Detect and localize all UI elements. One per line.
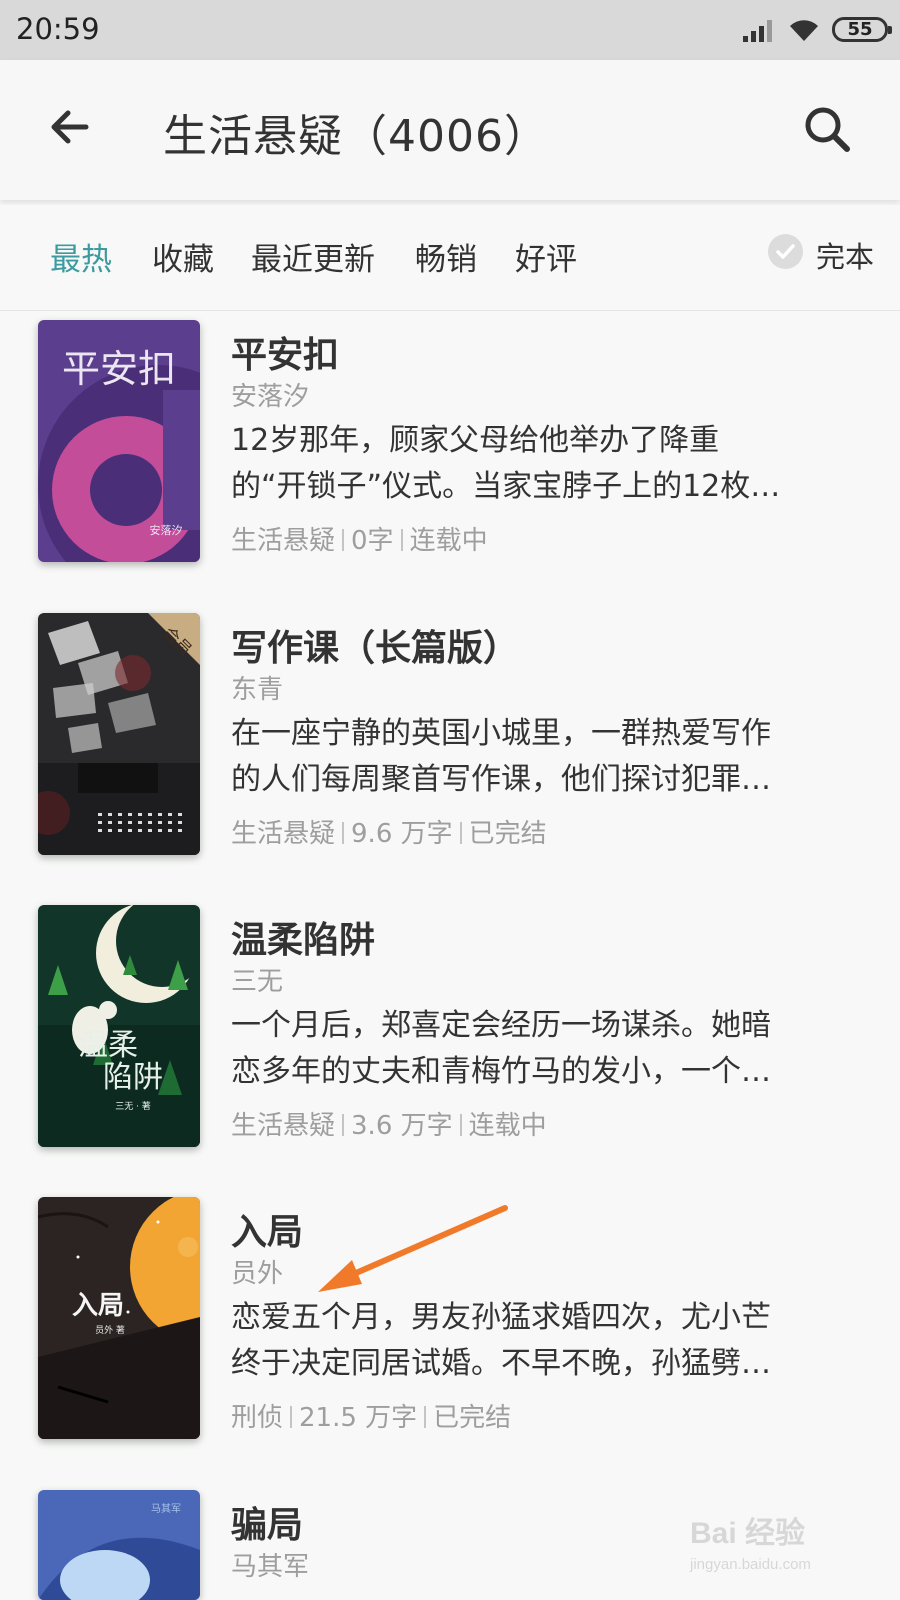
page-title: 生活悬疑（4006） <box>163 111 549 162</box>
meta-divider <box>424 1406 427 1428</box>
meta-divider <box>290 1406 293 1428</box>
book-author: 员外 <box>231 1259 284 1289</box>
cover-author: 安落汐 <box>150 523 183 537</box>
filter-tab-top-rated[interactable]: 好评 <box>515 234 577 279</box>
book-category: 生活悬疑 <box>231 526 336 556</box>
description-line: 在一座宁静的英国小城里，一群热爱写作 <box>231 716 771 751</box>
book-title: 写作课（长篇版） <box>231 628 520 669</box>
baidu-watermark: Bai 经验 jingyan.baidu.com <box>690 1508 860 1588</box>
cover-author: 马其军 <box>151 1503 181 1515</box>
book-list-item[interactable]: 温柔 陷阱 三无 · 著 温柔陷阱 三无 一个月后，郑喜定会经历一场谋杀。她暗 … <box>0 905 900 1195</box>
book-description: 一个月后，郑喜定会经历一场谋杀。她暗 恋多年的丈夫和青梅竹马的发小，一个… <box>231 1003 851 1095</box>
book-list-item[interactable]: 会员 写作课（长篇版） 东青 在一座宁静的英国小城里，一群热爱写作 的人们每周聚… <box>0 613 900 903</box>
meta-divider <box>400 529 403 551</box>
book-author: 马其军 <box>231 1552 310 1582</box>
book-description: 在一座宁静的英国小城里，一群热爱写作 的人们每周聚首写作课，他们探讨犯罪… <box>231 711 851 803</box>
book-author: 三无 <box>231 967 284 997</box>
filter-tab-recent-update[interactable]: 最近更新 <box>251 234 375 279</box>
book-word-count: 21.5 万字 <box>299 1403 418 1433</box>
completed-filter-label: 完本 <box>816 240 875 274</box>
check-circle-icon[interactable] <box>768 234 803 269</box>
book-description: 恋爱五个月，男友孙猛求婚四次，尤小芒 终于决定同居试婚。不早不晚，孙猛劈… <box>231 1295 851 1387</box>
signal-icon <box>743 20 772 42</box>
app-header: 生活悬疑（4006） <box>0 60 900 200</box>
book-list-item[interactable]: 平安扣 安落汐 平安扣 安落汐 12岁那年，顾家父母给他举办了降重 的“开锁子”… <box>0 320 900 610</box>
book-status: 已完结 <box>468 819 547 849</box>
watermark-url: jingyan.baidu.com <box>690 1556 811 1573</box>
book-status: 已完结 <box>433 1403 512 1433</box>
book-author: 安落汐 <box>231 382 310 412</box>
book-cover[interactable]: 温柔 陷阱 三无 · 著 <box>38 905 200 1147</box>
filter-bar: 最热 收藏 最近更新 畅销 好评 完本 <box>0 205 900 311</box>
book-status: 连载中 <box>409 526 488 556</box>
description-line: 12岁那年，顾家父母给他举办了降重 <box>231 423 720 458</box>
status-time: 20:59 <box>16 12 100 46</box>
wifi-icon <box>790 20 818 41</box>
book-meta: 刑侦 21.5 万字 已完结 <box>231 1397 511 1434</box>
book-meta: 生活悬疑 3.6 万字 连载中 <box>231 1105 547 1142</box>
book-cover[interactable]: 平安扣 安落汐 <box>38 320 200 562</box>
meta-divider <box>342 1114 345 1136</box>
book-category: 生活悬疑 <box>231 1111 336 1141</box>
cover-title: 入局 <box>72 1291 124 1321</box>
book-category: 刑侦 <box>231 1403 284 1433</box>
description-line: 恋爱五个月，男友孙猛求婚四次，尤小芒 <box>231 1300 771 1335</box>
book-word-count: 0字 <box>351 526 394 556</box>
filter-tab-hot[interactable]: 最热 <box>50 234 112 279</box>
book-category: 生活悬疑 <box>231 819 336 849</box>
watermark-brand: Bai 经验 <box>690 1517 806 1550</box>
description-line: 恋多年的丈夫和青梅竹马的发小，一个… <box>231 1054 771 1089</box>
book-status: 连载中 <box>468 1111 547 1141</box>
description-line: 一个月后，郑喜定会经历一场谋杀。她暗 <box>231 1008 771 1043</box>
cover-title: 平安扣 <box>62 349 176 391</box>
book-cover[interactable]: 会员 <box>38 613 200 855</box>
cover-author: 三无 · 著 <box>115 1100 151 1112</box>
description-line: 终于决定同居试婚。不早不晚，孙猛劈… <box>231 1346 771 1381</box>
book-title: 入局 <box>231 1212 304 1253</box>
meta-divider <box>459 822 462 844</box>
book-author: 东青 <box>231 675 284 705</box>
battery-indicator: 55 <box>832 17 892 42</box>
meta-divider <box>342 529 345 551</box>
book-cover[interactable]: 入局 员外 著 <box>38 1197 200 1439</box>
filter-tab-bestseller[interactable]: 畅销 <box>415 234 477 279</box>
book-word-count: 9.6 万字 <box>351 819 453 849</box>
back-arrow-icon[interactable] <box>46 103 94 151</box>
book-title: 骗局 <box>231 1505 304 1546</box>
book-word-count: 3.6 万字 <box>351 1111 453 1141</box>
status-bar: 20:59 55 <box>0 0 900 60</box>
book-title: 平安扣 <box>231 335 340 376</box>
search-icon[interactable] <box>802 104 852 154</box>
meta-divider <box>459 1114 462 1136</box>
cover-author: 员外 著 <box>95 1324 125 1336</box>
cover-title-line: 温柔 <box>78 1029 138 1062</box>
book-title: 温柔陷阱 <box>231 920 376 961</box>
book-cover[interactable]: 马其军 <box>38 1490 200 1600</box>
cover-title-line: 陷阱 <box>103 1061 163 1094</box>
book-description: 12岁那年，顾家父母给他举办了降重 的“开锁子”仪式。当家宝脖子上的12枚… <box>231 418 851 510</box>
book-list-item[interactable]: 入局 员外 著 入局 员外 恋爱五个月，男友孙猛求婚四次，尤小芒 终于决定同居试… <box>0 1197 900 1487</box>
book-meta: 生活悬疑 0字 连载中 <box>231 520 488 557</box>
description-line: 的人们每周聚首写作课，他们探讨犯罪… <box>231 762 771 797</box>
filter-tab-favorites[interactable]: 收藏 <box>152 234 214 279</box>
meta-divider <box>342 822 345 844</box>
book-meta: 生活悬疑 9.6 万字 已完结 <box>231 813 547 850</box>
description-line: 的“开锁子”仪式。当家宝脖子上的12枚… <box>231 469 781 504</box>
